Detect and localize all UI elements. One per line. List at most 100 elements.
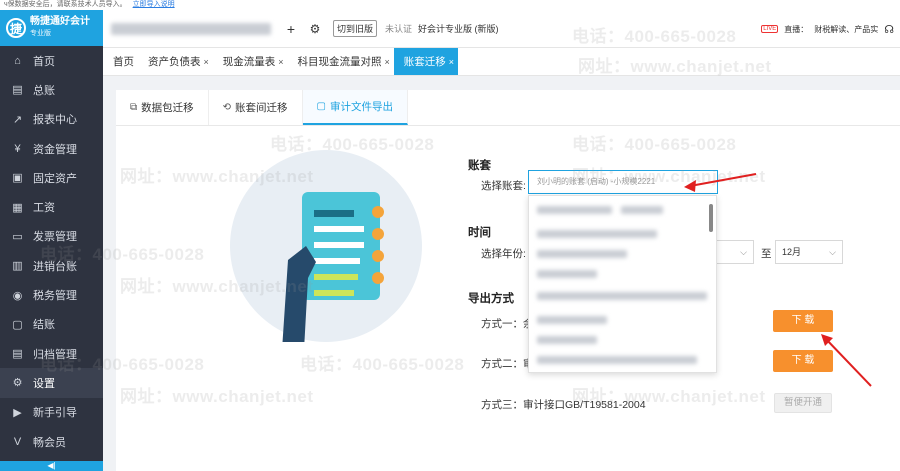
sidebar-item-label: 总账: [33, 84, 55, 97]
checkout-icon: ▢: [12, 318, 23, 331]
sidebar-item-label: 报表中心: [33, 114, 77, 127]
account-section-title: 账套: [468, 160, 491, 172]
headset-icon[interactable]: ☊: [884, 23, 894, 36]
top-header: + ⚙ 切到旧版 未认证 好会计专业版 (新版) LIVE 直播： 财税解读、产…: [103, 10, 900, 48]
sidebar-item-money[interactable]: ¥ 资金管理: [0, 134, 103, 163]
dropdown-option[interactable]: [537, 336, 597, 344]
sidebar-item-checkout[interactable]: ▢ 结账: [0, 310, 103, 339]
salary-icon: ▦: [12, 201, 23, 214]
time-section-title: 时间: [468, 227, 491, 239]
inventory-icon: ▥: [12, 260, 23, 273]
notebook-hand-illustration: [282, 192, 384, 350]
collapse-sidebar-button[interactable]: ◀|: [0, 461, 103, 471]
sidebar-item-ledger[interactable]: ▤ 总账: [0, 75, 103, 104]
subtab-transfer[interactable]: ⟲ 账套间迁移: [209, 90, 303, 125]
notice-text: ч保数据安全后，请联系技术人员导入。: [4, 1, 127, 8]
dropdown-option[interactable]: [537, 356, 697, 364]
dropdown-option[interactable]: [621, 206, 663, 214]
close-icon[interactable]: ×: [204, 57, 209, 67]
dropdown-option[interactable]: [537, 206, 612, 214]
subtab-export[interactable]: ▢ 审计文件导出: [302, 90, 408, 125]
sidebar-item-label: 资金管理: [33, 143, 77, 156]
sidebar-item-label: 结账: [33, 319, 55, 332]
export-icon: ▢: [316, 101, 326, 112]
sidebar-item-salary[interactable]: ▦ 工资: [0, 192, 103, 221]
app-name: 畅捷通好会计: [30, 16, 90, 27]
guide-icon: ▶: [13, 406, 22, 419]
gear-icon[interactable]: ⚙: [305, 19, 325, 39]
download-method1-button[interactable]: 下 载: [773, 310, 833, 332]
archive-icon: ▤: [12, 348, 23, 361]
tab-label: 首页: [113, 56, 134, 68]
live-badge: LIVE: [761, 25, 779, 33]
export-illustration: [230, 150, 422, 350]
header-link-live[interactable]: 直播：: [784, 24, 808, 35]
close-icon[interactable]: ×: [385, 57, 390, 67]
close-icon[interactable]: ×: [278, 57, 283, 67]
end-month-select[interactable]: 12月 ⌵: [775, 240, 843, 264]
sidebar-item-guide[interactable]: ▶ 新手引导: [0, 398, 103, 427]
dropdown-option[interactable]: [537, 230, 657, 238]
tab-0[interactable]: 首页: [103, 48, 138, 75]
chevron-down-icon: ⌵: [740, 247, 747, 257]
sidebar-item-tax[interactable]: ◉ 税务管理: [0, 280, 103, 309]
tab-label: 科目现金流量对照: [297, 56, 382, 68]
sidebar-item-label: 税务管理: [33, 290, 77, 303]
tab-1[interactable]: 资产负债表 ×: [138, 48, 213, 75]
sidebar-item-inventory[interactable]: ▥ 进销台账: [0, 251, 103, 280]
account-label: 选择账套:: [481, 180, 526, 192]
top-notice: ч保数据安全后，请联系技术人员导入。 立即导入说明: [0, 0, 900, 10]
sidebar-item-asset[interactable]: ▣ 固定资产: [0, 163, 103, 192]
asset-icon: ▣: [12, 172, 23, 185]
subtab-package[interactable]: ⧉ 数据包迁移: [116, 90, 209, 125]
tab-3[interactable]: 科目现金流量对照 ×: [288, 48, 394, 75]
subtab-label: 数据包迁移: [141, 102, 194, 114]
dropdown-scrollbar[interactable]: [709, 204, 713, 232]
invoice-icon: ▭: [12, 230, 23, 243]
tax-icon: ◉: [12, 289, 23, 302]
sidebar-item-label: 进销台账: [33, 260, 77, 273]
sidebar-item-invoice[interactable]: ▭ 发票管理: [0, 222, 103, 251]
company-name-redacted: [111, 22, 271, 35]
end-month-value: 12月: [782, 247, 802, 257]
add-icon[interactable]: +: [281, 19, 301, 39]
sidebar-item-gear[interactable]: ⚙ 设置: [0, 368, 103, 398]
download-method2-button[interactable]: 下 载: [773, 350, 833, 372]
account-select-input[interactable]: 刘小明的账套 (启动) -小规模2221: [528, 170, 718, 194]
sidebar-item-label: 归档管理: [33, 348, 77, 361]
app-logo[interactable]: 捷 畅捷通好会计 专业版: [0, 10, 103, 46]
tab-label: 账套迁移: [403, 56, 446, 68]
start-month-select[interactable]: ⌵: [714, 240, 754, 264]
tab-4[interactable]: 账套迁移 ×: [393, 48, 459, 75]
sidebar-item-archive[interactable]: ▤ 归档管理: [0, 339, 103, 368]
dropdown-option[interactable]: [537, 250, 627, 258]
notice-link[interactable]: 立即导入说明: [133, 1, 175, 8]
sidebar-item-chart[interactable]: ↗ 报表中心: [0, 105, 103, 134]
close-icon[interactable]: ×: [449, 57, 454, 67]
certification-status[interactable]: 未认证: [385, 22, 412, 35]
activate-method3-button[interactable]: 暂便开通: [774, 393, 832, 413]
gear-icon: ⚙: [12, 377, 23, 390]
tab-2[interactable]: 现金流量表 ×: [213, 48, 288, 75]
page-tabs: 首页 资产负债表 × 现金流量表 × 科目现金流量对照 × 账套迁移 ×: [103, 48, 900, 76]
transfer-icon: ⟲: [222, 102, 232, 113]
switch-old-version-button[interactable]: 切到旧版: [333, 20, 378, 37]
subtab-label: 账套间迁移: [235, 102, 288, 114]
sidebar-item-label: 固定资产: [33, 172, 77, 185]
dropdown-option[interactable]: [537, 270, 597, 278]
sidebar-item-label: 新手引导: [33, 407, 77, 420]
sidebar-item-home[interactable]: ⌂ 首页: [0, 46, 103, 75]
chevron-down-icon: ⌵: [829, 247, 836, 257]
sidebar: 捷 畅捷通好会计 专业版 ⌂ 首页 ▤ 总账 ↗ 报表中心 ¥ 资金管理 ▣ 固定资产 ▦ 工资 ▭ 发票…: [0, 10, 103, 471]
sidebar-item-label: 发票管理: [33, 231, 77, 244]
account-dropdown[interactable]: [528, 195, 717, 373]
sidebar-item-vip[interactable]: V 畅会员: [0, 427, 103, 456]
dropdown-option[interactable]: [537, 316, 607, 324]
dropdown-option[interactable]: [537, 292, 707, 300]
version-label: 好会计专业版 (新版): [418, 24, 499, 34]
year-label: 选择年份:: [481, 248, 526, 260]
money-icon: ¥: [14, 142, 21, 155]
header-link-tax[interactable]: 财税解读、产品实: [814, 24, 878, 35]
sidebar-nav: ⌂ 首页 ▤ 总账 ↗ 报表中心 ¥ 资金管理 ▣ 固定资产 ▦ 工资 ▭ 发票管理 ▥ 进销台账 ◉ 税务管理 ▢…: [0, 46, 103, 456]
subtab-label: 审计文件导出: [329, 101, 393, 113]
